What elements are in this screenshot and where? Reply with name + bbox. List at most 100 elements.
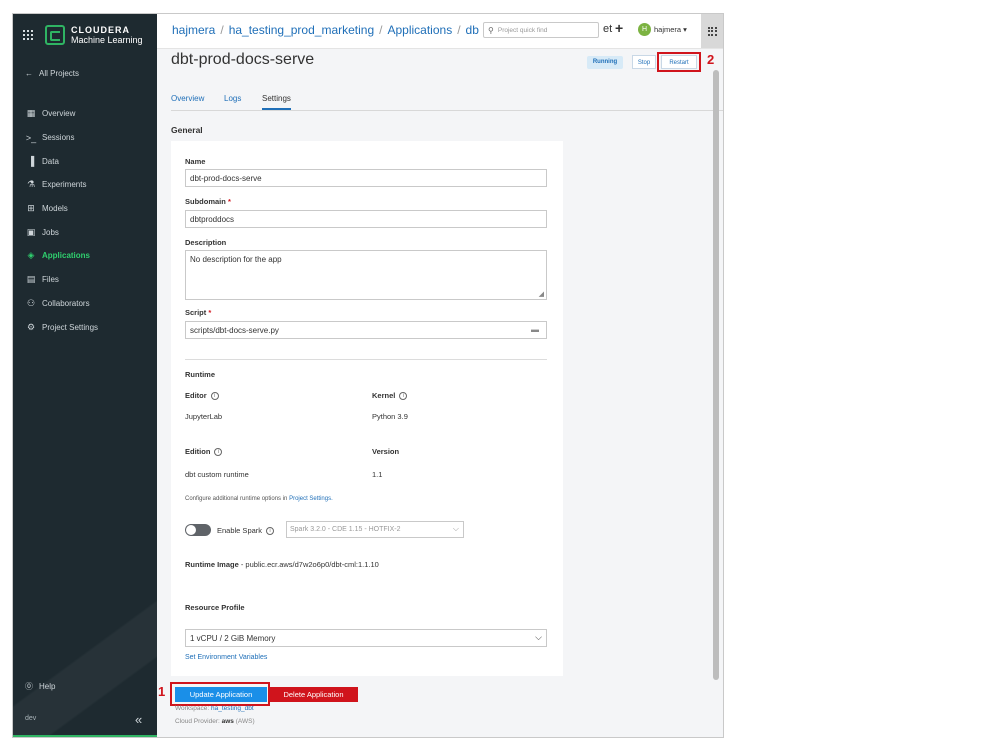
resize-handle-icon[interactable]: ◢ [539, 290, 544, 298]
sidebar-item-label: Experiments [42, 180, 87, 190]
resource-profile-label: Resource Profile [185, 603, 245, 612]
info-icon[interactable]: i [399, 392, 408, 401]
app-window: CLOUDERA Machine Learning ← All Projects… [12, 13, 724, 738]
version-label: Version [372, 447, 400, 456]
brand-line2: Machine Learning [71, 35, 143, 45]
description-value: No description for the app [190, 255, 282, 264]
annotation-number-1: 1 [158, 684, 166, 699]
workspace-link[interactable]: ha_testing_dbt [211, 705, 254, 712]
breadcrumb-applications[interactable]: Applications [387, 23, 452, 37]
set-environment-variables-link[interactable]: Set Environment Variables [185, 654, 267, 661]
breadcrumb-user[interactable]: hajmera [172, 23, 215, 37]
sidebar-item-label: Models [42, 204, 68, 214]
brand[interactable]: CLOUDERA Machine Learning [23, 22, 143, 48]
runtime-image: Runtime Image - public.ecr.aws/d7w2o6p0/… [185, 560, 379, 569]
help-icon: ⓪ [25, 682, 33, 691]
avatar[interactable]: H [638, 23, 651, 36]
tab-settings[interactable]: Settings [262, 94, 291, 110]
brand-line1: CLOUDERA [71, 25, 130, 35]
sidebar-item-overview[interactable]: ▦ Overview [13, 102, 157, 126]
sidebar-item-models[interactable]: ⊞ Models [13, 197, 157, 221]
sidebar-item-collaborators[interactable]: ⚇ Collaborators [13, 292, 157, 316]
kernel-value: Python 3.9 [372, 412, 408, 421]
subdomain-input[interactable]: dbtproddocs [185, 210, 547, 228]
script-input[interactable]: scripts/dbt-docs-serve.py ▬ [185, 321, 547, 339]
edition-value: dbt custom runtime [185, 470, 249, 479]
breadcrumb: hajmera / ha_testing_prod_marketing / Applic… [172, 23, 479, 37]
breadcrumb-app[interactable]: db [466, 23, 479, 37]
sidebar-item-data[interactable]: ▐ Data [13, 149, 157, 173]
breadcrumb-project[interactable]: ha_testing_prod_marketing [229, 23, 374, 37]
chevron-down-icon: ⌵ [535, 632, 542, 642]
tab-overview[interactable]: Overview [171, 94, 204, 103]
collaborators-icon: ⚇ [26, 297, 36, 308]
app-launcher-icon[interactable] [23, 30, 33, 40]
info-icon[interactable]: i [214, 448, 223, 457]
collapse-sidebar-icon[interactable]: « [135, 712, 142, 727]
runtime-title: Runtime [185, 370, 215, 379]
editor-value: JupyterLab [185, 412, 223, 421]
flask-icon: ⚗ [26, 179, 36, 190]
project-quick-find-input[interactable]: ⚲ Project quick find [483, 22, 599, 38]
sidebar-item-label: Overview [42, 109, 76, 119]
info-icon[interactable]: i [210, 392, 219, 401]
enable-spark-toggle[interactable] [185, 524, 211, 536]
info-icon[interactable]: i [266, 527, 275, 536]
sidebar-item-label: Project Settings [42, 322, 99, 332]
spark-version-select[interactable]: Spark 3.2.0 - CDE 1.15 - HOTFIX-2 ⌵ [286, 521, 464, 538]
sidebar-item-files[interactable]: ▤ Files [13, 268, 157, 292]
description-textarea[interactable]: No description for the app ◢ [185, 250, 547, 300]
subdomain-label: Subdomain * [185, 197, 231, 206]
workspace-info: Workspace: ha_testing_dbt [175, 705, 254, 712]
annotation-highlight-update [170, 682, 270, 706]
annotation-number-2: 2 [707, 52, 715, 67]
sidebar-nav: ▦ Overview >_ Sessions ▐ Data ⚗ Experiments … [13, 102, 157, 339]
sidebar: CLOUDERA Machine Learning ← All Projects… [13, 14, 157, 737]
tab-logs[interactable]: Logs [224, 94, 241, 103]
models-icon: ⊞ [27, 203, 35, 214]
settings-icon: ⚙ [26, 321, 36, 332]
bar-chart-icon: ▐ [27, 156, 35, 167]
resource-profile-select[interactable]: 1 vCPU / 2 GiB Memory ⌵ [185, 629, 547, 647]
sidebar-item-sessions[interactable]: >_ Sessions [13, 126, 157, 150]
file-icon: ▤ [26, 274, 36, 285]
script-value: scripts/dbt-docs-serve.py [190, 326, 279, 335]
sidebar-item-label: Jobs [42, 227, 59, 237]
kernel-label: Kernel i [372, 391, 408, 401]
apps-grid-button[interactable] [701, 14, 723, 48]
sidebar-item-applications[interactable]: ◈ Applications [13, 244, 157, 268]
grid-icon [707, 26, 717, 36]
name-input[interactable]: dbt-prod-docs-serve [185, 169, 547, 187]
sidebar-item-label: Sessions [42, 133, 75, 143]
sidebar-item-label: Applications [42, 251, 91, 261]
stop-button[interactable]: Stop [632, 55, 656, 69]
search-icon: ⚲ [488, 25, 494, 35]
project-settings-link[interactable]: Project Settings. [289, 496, 333, 502]
brand-name: CLOUDERA Machine Learning [71, 25, 143, 45]
version-value: 1.1 [372, 470, 383, 479]
user-menu[interactable]: hajmera ▾ [654, 25, 687, 34]
resource-profile-value: 1 vCPU / 2 GiB Memory [190, 634, 276, 643]
aws-logo-icon: aws [221, 718, 234, 725]
sidebar-item-jobs[interactable]: ▣ Jobs [13, 220, 157, 244]
help-link[interactable]: ⓪ Help [25, 681, 55, 692]
script-label: Script * [185, 308, 212, 317]
annotation-highlight-restart [657, 52, 701, 72]
sidebar-item-label: Files [42, 275, 59, 285]
terminal-icon: >_ [25, 132, 37, 143]
plus-icon[interactable]: + [615, 20, 623, 36]
folder-icon[interactable]: ▬ [531, 325, 539, 334]
delete-application-button[interactable]: Delete Application [269, 687, 358, 702]
scrollbar[interactable] [713, 70, 719, 680]
page-title: dbt-prod-docs-serve [171, 51, 315, 68]
sidebar-item-label: Data [42, 156, 59, 166]
sidebar-item-experiments[interactable]: ⚗ Experiments [13, 173, 157, 197]
sidebar-item-project-settings[interactable]: ⚙ Project Settings [13, 315, 157, 339]
editor-label: Editor i [185, 391, 219, 401]
spark-version-value: Spark 3.2.0 - CDE 1.15 - HOTFIX-2 [290, 526, 401, 533]
all-projects-link[interactable]: ← All Projects [25, 69, 79, 78]
sidebar-item-label: Collaborators [42, 298, 90, 308]
runtime-config-note: Configure additional runtime options in … [185, 496, 333, 502]
chevron-down-icon: ⌵ [452, 524, 459, 533]
help-label: Help [39, 682, 56, 691]
